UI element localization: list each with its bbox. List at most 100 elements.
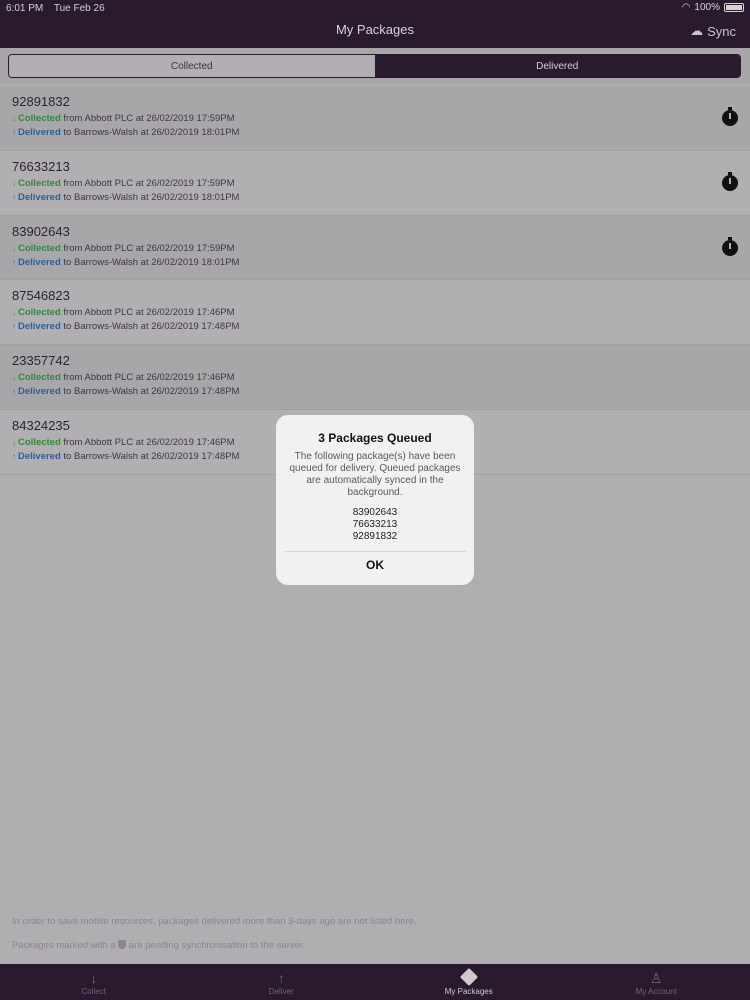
alert-title: 3 Packages Queued (318, 431, 432, 445)
segment-bar: Collected Delivered (0, 48, 750, 84)
alert-package-item: 76633213 (352, 519, 398, 530)
collected-status: Collected (18, 307, 61, 319)
package-row[interactable]: 87546823 ↓ Collected from Abbott PLC at 2… (0, 280, 750, 346)
tab-my-packages[interactable]: My Packages (375, 964, 563, 1000)
delivered-detail: to Barrows-Walsh at 26/02/2019 17:48PM (60, 386, 240, 398)
stopwatch-icon (722, 171, 738, 191)
battery-icon (724, 3, 744, 12)
status-bar-left: 6:01 PM Tue Feb 26 (6, 3, 113, 14)
collected-detail: from Abbott PLC at 26/02/2019 17:46PM (60, 307, 235, 319)
collected-line: ↓ Collected from Abbott PLC at 26/02/2019… (12, 113, 750, 124)
tab-label: Collect (81, 986, 106, 996)
down-arrow-icon: ↓ (12, 373, 16, 383)
down-arrow-icon: ↓ (12, 114, 16, 123)
stopwatch-icon (722, 236, 738, 256)
package-box-icon (459, 967, 478, 986)
alert-package-list: 83902643 76633213 92891832 (276, 507, 474, 543)
delivered-detail: to Barrows-Walsh at 26/02/2019 18:01PM (60, 191, 240, 203)
collected-status: Collected (18, 113, 61, 124)
collected-detail: from Abbott PLC at 26/02/2019 17:46PM (60, 372, 235, 384)
tab-label: My Account (635, 986, 677, 996)
down-arrow-icon: ↓ (12, 308, 16, 318)
delivered-status: Delivered (18, 386, 61, 398)
delivered-status: Delivered (18, 450, 61, 462)
up-arrow-icon: ↑ (277, 969, 285, 986)
package-id: 83902643 (12, 223, 70, 239)
package-id: 23357742 (12, 353, 70, 369)
down-arrow-icon: ↓ (12, 243, 16, 253)
delivered-line: ↑ Delivered to Barrows-Walsh at 26/02/201… (12, 192, 750, 203)
shield-icon (118, 940, 127, 949)
pending-sync-note: Packages marked with a are pending synch… (12, 940, 305, 951)
delivered-line: ↑ Delivered to Barrows-Walsh at 26/02/201… (12, 386, 750, 397)
delivered-status: Delivered (18, 127, 61, 138)
up-arrow-icon: ↑ (12, 451, 16, 461)
delivered-detail: to Barrows-Walsh at 26/02/2019 17:48PM (60, 450, 240, 462)
collected-line: ↓ Collected from Abbott PLC at 26/02/2019… (12, 372, 750, 383)
delivered-detail: to Barrows-Walsh at 26/02/2019 17:48PM (60, 321, 240, 333)
person-icon: ♙ (649, 969, 663, 986)
delivered-detail: to Barrows-Walsh at 26/02/2019 18:01PM (60, 256, 240, 268)
collected-line: ↓ Collected from Abbott PLC at 26/02/2019… (12, 178, 750, 189)
up-arrow-icon: ↑ (12, 192, 16, 202)
stopwatch-icon (722, 107, 738, 126)
status-bar-right: ◠ 100% (682, 2, 744, 13)
tab-label: My Packages (444, 986, 493, 996)
package-row[interactable]: 92891832 ↓ Collected from Abbott PLC at 2… (0, 86, 750, 151)
tab-label: Deliver (268, 986, 294, 996)
package-id: 92891832 (12, 94, 70, 109)
tab-my-account[interactable]: ♙ My Account (563, 964, 750, 1000)
pending-note-after: are pending synchronisation to the serve… (126, 940, 306, 951)
collected-line: ↓ Collected from Abbott PLC at 26/02/2019… (12, 243, 750, 254)
sync-label: Sync (707, 23, 736, 39)
page-title: My Packages (335, 22, 415, 37)
sync-button[interactable]: ☁ Sync (690, 23, 736, 39)
tab-deliver[interactable]: ↑ Deliver (188, 964, 376, 1000)
alert-divider (284, 551, 466, 552)
packages-queued-alert: 3 Packages Queued The following package(… (276, 415, 474, 585)
collected-detail: from Abbott PLC at 26/02/2019 17:46PM (60, 436, 235, 448)
collected-detail: from Abbott PLC at 26/02/2019 17:59PM (60, 177, 235, 189)
ok-button[interactable]: OK (276, 558, 474, 572)
down-arrow-icon: ↓ (12, 178, 16, 188)
battery-percent: 100% (694, 2, 720, 13)
delivered-status: Delivered (18, 256, 61, 268)
segmented-control: Collected Delivered (8, 54, 741, 78)
segment-delivered[interactable]: Delivered (374, 55, 740, 77)
delivered-detail: to Barrows-Walsh at 26/02/2019 18:01PM (60, 127, 240, 138)
wifi-icon: ◠ (681, 2, 691, 13)
collected-status: Collected (18, 242, 61, 254)
collected-detail: from Abbott PLC at 26/02/2019 17:59PM (60, 242, 235, 254)
package-id: 87546823 (12, 288, 70, 304)
package-row[interactable]: 76633213 ↓ Collected from Abbott PLC at 2… (0, 150, 750, 216)
cloud-sync-icon: ☁ (690, 23, 704, 38)
down-arrow-icon: ↓ (90, 969, 98, 986)
alert-message: The following package(s) have been queue… (289, 451, 461, 498)
package-row[interactable]: 83902643 ↓ Collected from Abbott PLC at 2… (0, 215, 750, 281)
up-arrow-icon: ↑ (12, 387, 16, 397)
collected-status: Collected (18, 177, 61, 189)
delivered-line: ↑ Delivered to Barrows-Walsh at 26/02/201… (12, 321, 750, 332)
collected-detail: from Abbott PLC at 26/02/2019 17:59PM (60, 113, 235, 124)
collected-status: Collected (18, 372, 61, 384)
top-bar: 6:01 PM Tue Feb 26 ◠ 100% My Packages ☁ … (0, 0, 750, 48)
package-id: 76633213 (12, 158, 70, 174)
package-row[interactable]: 23357742 ↓ Collected from Abbott PLC at 2… (0, 345, 750, 410)
alert-package-item: 92891832 (352, 531, 398, 542)
retention-note: In order to save mobile resources, packa… (12, 916, 417, 927)
delivered-line: ↑ Delivered to Barrows-Walsh at 26/02/201… (12, 127, 750, 138)
pending-note-before: Packages marked with a (12, 940, 119, 951)
delivered-status: Delivered (18, 321, 61, 333)
collected-line: ↓ Collected from Abbott PLC at 26/02/2019… (12, 307, 750, 318)
alert-package-item: 83902643 (352, 507, 398, 518)
segment-collected[interactable]: Collected (9, 55, 375, 77)
status-time: 6:01 PM (6, 3, 44, 14)
tab-bar: ↓ Collect ↑ Deliver My Packages ♙ My Acc… (0, 964, 750, 1000)
tab-collect[interactable]: ↓ Collect (0, 964, 188, 1000)
delivered-status: Delivered (18, 191, 61, 203)
up-arrow-icon: ↑ (12, 257, 16, 267)
delivered-line: ↑ Delivered to Barrows-Walsh at 26/02/201… (12, 257, 750, 268)
down-arrow-icon: ↓ (12, 437, 16, 447)
collected-status: Collected (18, 436, 61, 448)
up-arrow-icon: ↑ (12, 128, 16, 137)
